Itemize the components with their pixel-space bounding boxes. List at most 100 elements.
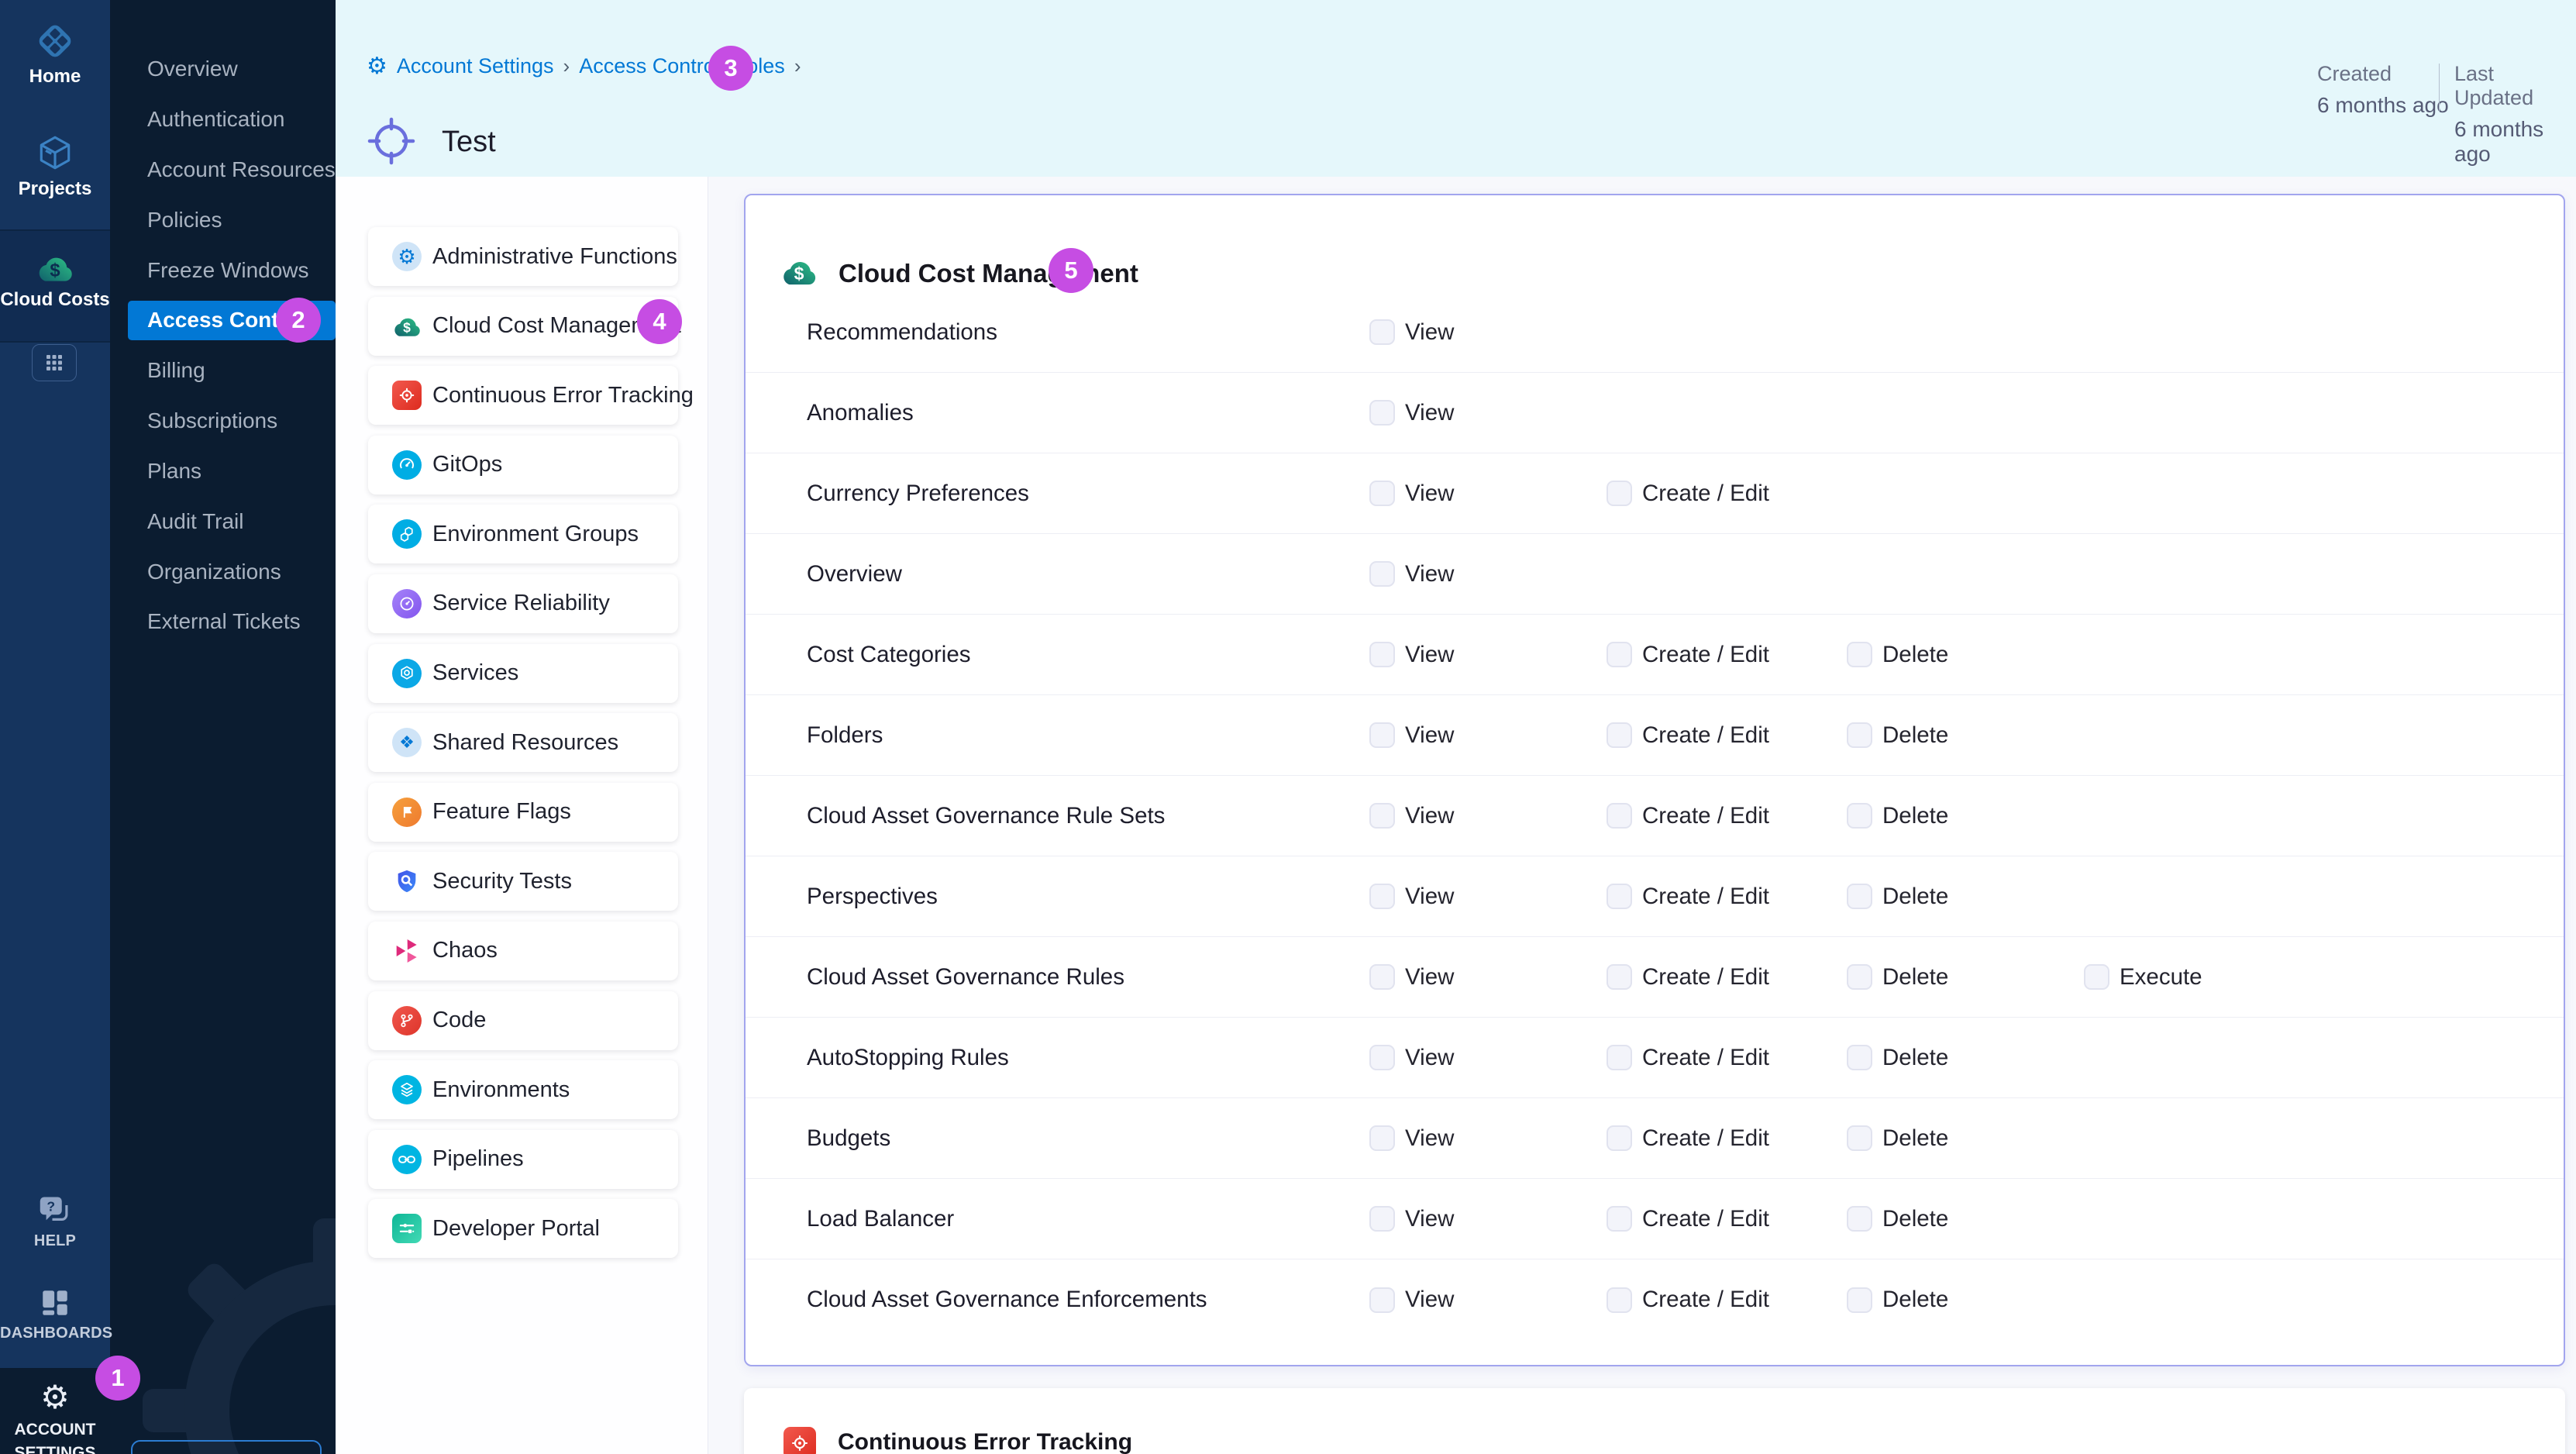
permission-resource-name: Folders: [807, 722, 883, 749]
checkbox-view[interactable]: [1369, 481, 1395, 506]
checkbox-view[interactable]: [1369, 803, 1395, 829]
resource-center-widget[interactable]: [131, 1440, 322, 1454]
checkbox-execute[interactable]: [2084, 964, 2109, 990]
sidebar-item-organizations[interactable]: Organizations: [110, 546, 336, 597]
checkbox-delete[interactable]: [1847, 964, 1872, 990]
permission-row-load-balancer: Load BalancerViewCreate / EditDelete: [746, 1179, 2564, 1259]
created-value: 6 months ago: [2317, 93, 2449, 118]
rail-item-projects[interactable]: Projects: [0, 133, 110, 200]
checkbox-delete[interactable]: [1847, 722, 1872, 748]
checkbox-create-edit[interactable]: [1607, 803, 1632, 829]
resource-item-pipelines[interactable]: Pipelines: [368, 1130, 678, 1189]
resource-item-environments[interactable]: Environments: [368, 1060, 678, 1119]
resource-item-environment-groups[interactable]: Environment Groups: [368, 505, 678, 563]
reliability-gauge-icon: [392, 589, 422, 618]
module-grid-button[interactable]: [32, 344, 77, 381]
checkbox-view[interactable]: [1369, 1206, 1395, 1232]
resource-item-code[interactable]: Code: [368, 991, 678, 1050]
checkbox-view[interactable]: [1369, 722, 1395, 748]
rail-item-home[interactable]: Home: [0, 22, 110, 88]
checkbox-view[interactable]: [1369, 964, 1395, 990]
resource-item-feature-flags[interactable]: Feature Flags: [368, 783, 678, 842]
git-branch-icon: [392, 1006, 422, 1035]
sidebar-item-policies[interactable]: Policies: [110, 195, 336, 245]
created-label: Created: [2317, 62, 2449, 86]
resource-item-services[interactable]: Services: [368, 644, 678, 703]
checkbox-view[interactable]: [1369, 1045, 1395, 1070]
sidebar-item-plans[interactable]: Plans: [110, 446, 336, 497]
checkbox-view[interactable]: [1369, 642, 1395, 667]
checkbox-delete[interactable]: [1847, 1125, 1872, 1151]
checkbox-create-edit[interactable]: [1607, 1206, 1632, 1232]
permission-label: Delete: [1882, 1125, 1948, 1152]
resource-item-administrative-functions[interactable]: ⚙Administrative Functions: [368, 227, 678, 286]
sidebar-item-subscriptions[interactable]: Subscriptions: [110, 396, 336, 446]
checkbox-create-edit[interactable]: [1607, 722, 1632, 748]
checkbox-create-edit[interactable]: [1607, 964, 1632, 990]
sliders-icon: [392, 1214, 422, 1243]
checkbox-view[interactable]: [1369, 884, 1395, 909]
gear-icon: ⚙: [367, 55, 387, 78]
checkbox-view[interactable]: [1369, 561, 1395, 587]
permission-label: Create / Edit: [1642, 1206, 1769, 1232]
sidebar-item-external-tickets[interactable]: External Tickets: [110, 597, 336, 647]
resource-item-gitops[interactable]: GitOps: [368, 436, 678, 494]
permission-slot-execute: Execute: [2084, 964, 2202, 991]
checkbox-view[interactable]: [1369, 400, 1395, 426]
created-meta: Created 6 months ago: [2317, 62, 2449, 118]
sidebar-item-authentication[interactable]: Authentication: [110, 95, 336, 145]
sidebar-item-account-resources[interactable]: Account Resources: [110, 145, 336, 195]
resource-item-security-tests[interactable]: Security Tests: [368, 852, 678, 911]
permission-resource-name: Currency Preferences: [807, 481, 1029, 507]
checkbox-create-edit[interactable]: [1607, 481, 1632, 506]
page-title: Test: [442, 126, 496, 159]
rail-item-account-settings[interactable]: ⚙ ACCOUNT SETTINGS: [0, 1381, 110, 1454]
sidebar-item-freeze-windows[interactable]: Freeze Windows: [110, 245, 336, 295]
breadcrumb-account-settings-link[interactable]: Account Settings: [397, 54, 554, 78]
permission-label: Delete: [1882, 884, 1948, 910]
checkbox-create-edit[interactable]: [1607, 1045, 1632, 1070]
permission-label: Create / Edit: [1642, 803, 1769, 829]
resource-item-cloud-cost-management[interactable]: $Cloud Cost Management: [368, 297, 678, 356]
checkbox-view[interactable]: [1369, 1125, 1395, 1151]
permission-slot-delete: Delete: [1847, 1287, 1948, 1313]
checkbox-delete[interactable]: [1847, 1045, 1872, 1070]
checkbox-delete[interactable]: [1847, 1287, 1872, 1313]
sidebar-item-billing[interactable]: Billing: [110, 346, 336, 396]
permission-resource-name: AutoStopping Rules: [807, 1045, 1009, 1071]
resource-item-continuous-error-tracking[interactable]: Continuous Error Tracking: [368, 366, 678, 425]
checkbox-create-edit[interactable]: [1607, 1287, 1632, 1313]
permission-slot-create-edit: Create / Edit: [1607, 1287, 1769, 1313]
resource-item-service-reliability[interactable]: Service Reliability: [368, 574, 678, 633]
permission-slot-create-edit: Create / Edit: [1607, 964, 1769, 991]
checkbox-create-edit[interactable]: [1607, 884, 1632, 909]
checkbox-view[interactable]: [1369, 1287, 1395, 1313]
permission-row-perspectives: PerspectivesViewCreate / EditDelete: [746, 856, 2564, 937]
harness-home-icon: [0, 22, 110, 60]
permission-slot-view: View: [1369, 884, 1454, 910]
annotation-badge-5: 5: [1049, 248, 1093, 293]
checkbox-delete[interactable]: [1847, 884, 1872, 909]
resource-item-shared-resources[interactable]: ❖Shared Resources: [368, 713, 678, 772]
permission-slot-delete: Delete: [1847, 642, 1948, 668]
sidebar-item-overview[interactable]: Overview: [110, 44, 336, 95]
checkbox-create-edit[interactable]: [1607, 642, 1632, 667]
permission-slot-delete: Delete: [1847, 722, 1948, 749]
checkbox-delete[interactable]: [1847, 1206, 1872, 1232]
resource-item-developer-portal[interactable]: Developer Portal: [368, 1199, 678, 1258]
rail-item-cloud-costs[interactable]: $ Cloud Costs: [0, 253, 110, 311]
resource-item-label: Developer Portal: [432, 1216, 600, 1242]
resource-item-chaos[interactable]: Chaos: [368, 922, 678, 980]
breadcrumb-separator: ›: [563, 54, 570, 78]
sidebar-item-audit-trail[interactable]: Audit Trail: [110, 496, 336, 546]
rail-item-help[interactable]: ? HELP: [0, 1194, 110, 1250]
rail-item-label: Cloud Costs: [0, 289, 110, 311]
checkbox-view[interactable]: [1369, 319, 1395, 345]
checkbox-delete[interactable]: [1847, 803, 1872, 829]
permission-slot-view: View: [1369, 1045, 1454, 1071]
rail-item-dashboards[interactable]: DASHBOARDS: [0, 1287, 110, 1342]
permission-resource-name: Load Balancer: [807, 1206, 954, 1232]
checkbox-create-edit[interactable]: [1607, 1125, 1632, 1151]
checkbox-delete[interactable]: [1847, 642, 1872, 667]
breadcrumb-roles-link[interactable]: Access Control: Roles: [579, 54, 785, 78]
